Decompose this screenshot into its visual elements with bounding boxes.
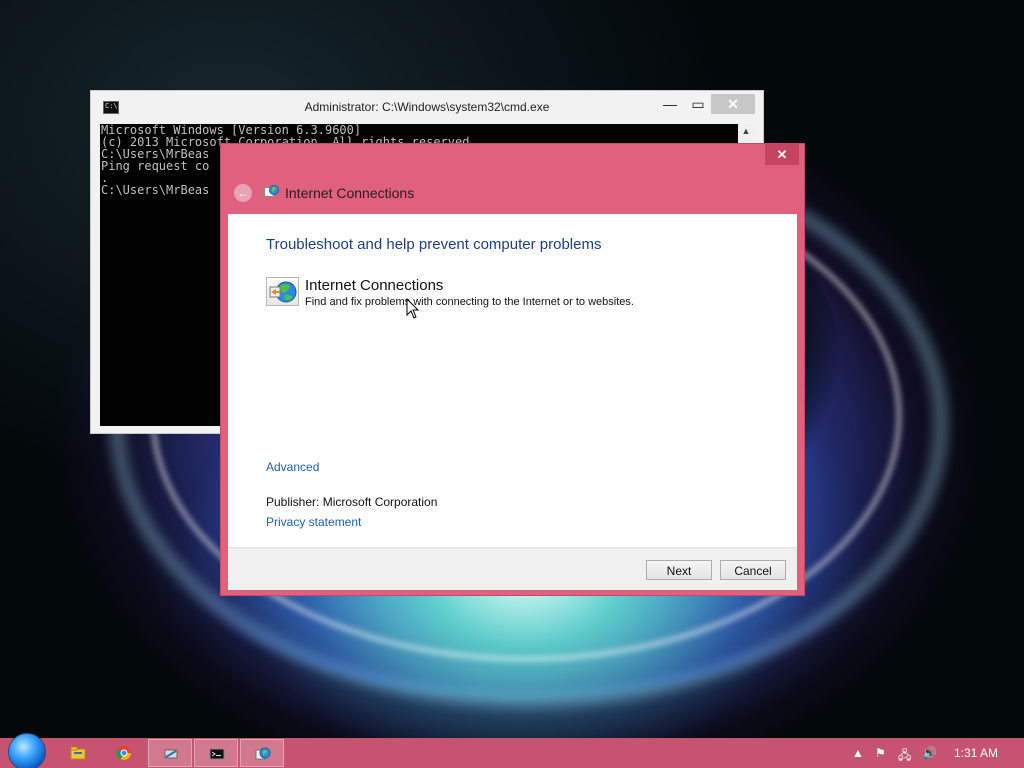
dialog-header-title: Internet Connections	[285, 185, 415, 201]
dialog-footer: Next Cancel	[228, 547, 797, 590]
mouse-cursor-icon	[406, 298, 420, 319]
taskbar-troubleshooter[interactable]	[240, 739, 284, 767]
action-center-flag-icon[interactable]: ⚑	[875, 746, 886, 760]
troubleshooter-dialog[interactable]: ✕ ← Internet Connections Troubleshoot an…	[220, 143, 805, 596]
clock[interactable]: 1:31 AM	[954, 746, 998, 760]
taskbar-cmd[interactable]	[194, 739, 238, 767]
folder-icon	[70, 746, 86, 760]
tool-name-link[interactable]: Internet Connections	[305, 277, 443, 294]
tool-description: Find and fix problems with connecting to…	[305, 296, 634, 308]
taskbar-chrome[interactable]	[102, 739, 146, 767]
privacy-statement-link[interactable]: Privacy statement	[266, 515, 361, 529]
minimize-button[interactable]: —	[657, 94, 683, 114]
network-tray-icon[interactable]: 🖧	[898, 746, 911, 767]
cmd-icon	[209, 748, 225, 760]
cancel-button[interactable]: Cancel	[720, 560, 786, 580]
troubleshooter-icon	[264, 185, 279, 197]
taskbar-file-explorer[interactable]	[56, 739, 100, 767]
scroll-up-icon[interactable]: ▲	[741, 126, 751, 136]
start-button[interactable]	[8, 733, 46, 768]
volume-icon[interactable]: 🔊	[922, 746, 937, 760]
internet-connections-icon[interactable]	[266, 277, 299, 306]
advanced-link[interactable]: Advanced	[266, 460, 319, 474]
maximize-button[interactable]: ▭	[685, 94, 711, 114]
page-heading: Troubleshoot and help prevent computer p…	[266, 236, 602, 253]
next-button[interactable]: Next	[646, 560, 712, 580]
network-icon	[164, 749, 178, 759]
taskbar-network-tool[interactable]	[148, 739, 192, 767]
dialog-content: Troubleshoot and help prevent computer p…	[228, 214, 797, 547]
troubleshooter-icon	[255, 747, 271, 760]
publisher-label: Publisher: Microsoft Corporation	[266, 495, 438, 509]
show-hidden-icons-icon[interactable]: ▲	[852, 746, 864, 760]
chrome-icon	[116, 746, 131, 760]
cmd-titlebar[interactable]: Administrator: C:\Windows\system32\cmd.e…	[91, 91, 763, 124]
close-button[interactable]: ✕	[711, 94, 755, 114]
close-button[interactable]: ✕	[765, 144, 799, 165]
taskbar: ▲ ⚑ 🖧 🔊 1:31 AM	[0, 733, 1024, 768]
back-arrow-icon[interactable]: ←	[234, 184, 252, 202]
